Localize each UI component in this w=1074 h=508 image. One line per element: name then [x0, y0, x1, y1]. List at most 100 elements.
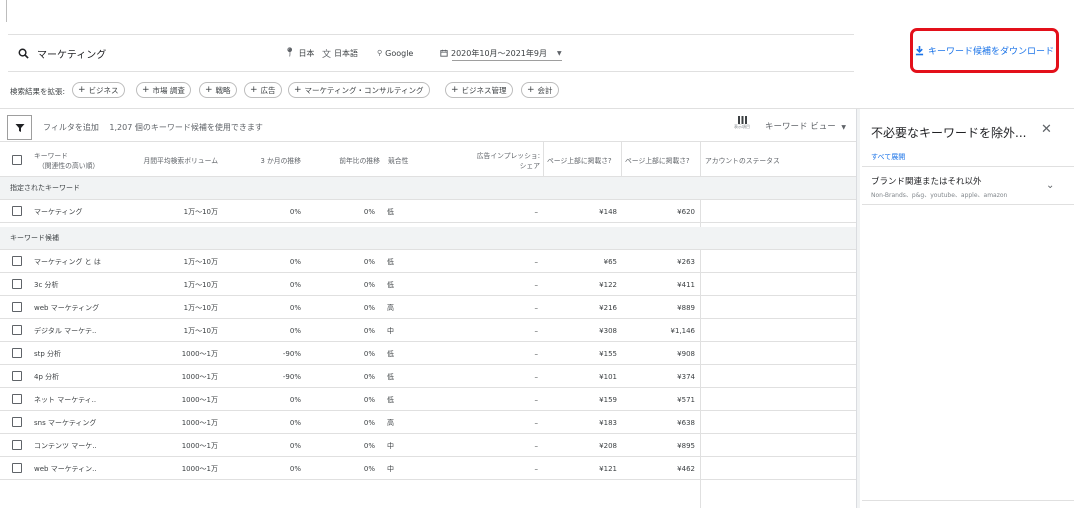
search-box[interactable]: マーケティング — [18, 44, 268, 62]
panel-resize-handle[interactable] — [856, 109, 860, 508]
expand-chip-ads[interactable]: + 広告 — [244, 82, 282, 98]
expand-chip-accounting[interactable]: + 会計 — [521, 82, 559, 98]
yoy-cell: 0% — [363, 280, 375, 289]
plus-icon: + — [205, 85, 213, 95]
close-icon[interactable]: ✕ — [1041, 122, 1052, 137]
keyword-cell: 3c 分析 — [34, 280, 59, 289]
expand-chip-business-management[interactable]: + ビジネス管理 — [445, 82, 513, 98]
volume-cell: 1000～1万 — [181, 464, 218, 473]
table-row[interactable]: 4p 分析 1000～1万 -90% 0% 低 – ¥101 ¥374 — [0, 365, 856, 388]
expand-chip-business[interactable]: + ビジネス — [72, 82, 125, 98]
section-keyword-ideas: キーワード候補 — [0, 227, 856, 250]
row-checkbox[interactable] — [12, 463, 22, 473]
volume-cell: 1000～1万 — [181, 372, 218, 381]
chip-label: 戦略 — [215, 85, 231, 95]
expand-chip-marketing-consulting[interactable]: + マーケティング・コンサルティング — [288, 82, 430, 98]
search-input[interactable]: マーケティング — [37, 46, 106, 61]
chevron-down-icon[interactable]: ⌄ — [1046, 180, 1054, 191]
row-checkbox[interactable] — [12, 256, 22, 266]
filter-bar[interactable]: フィルタを追加 1,207 個のキーワード候補を使用できます — [43, 122, 263, 133]
row-checkbox[interactable] — [12, 440, 22, 450]
col-three-month[interactable]: 3 か月の推移 — [225, 142, 301, 178]
row-checkbox[interactable] — [12, 325, 22, 335]
plus-icon: + — [250, 85, 258, 95]
col-top-bid-high[interactable]: ページ上部に掲載さ? — [625, 142, 698, 178]
row-checkbox[interactable] — [12, 371, 22, 381]
plus-icon: + — [78, 85, 86, 95]
col-competition[interactable]: 競合性 — [388, 142, 428, 178]
network-selector[interactable]: ⚲ Google — [377, 44, 413, 62]
columns-button[interactable]: 表示項目 — [730, 116, 754, 130]
three-month-cell: -90% — [282, 372, 301, 381]
volume-cell: 1万～10万 — [183, 303, 218, 312]
col-competition-label: 競合性 — [388, 157, 409, 165]
top-bid-low-cell: ¥208 — [599, 441, 617, 450]
chip-label: ビジネス管理 — [461, 85, 507, 95]
table-row[interactable]: マーケティング と は 1万～10万 0% 0% 低 – ¥65 ¥263 — [0, 250, 856, 273]
col-keyword-sublabel: （関連性の高い順） — [38, 162, 100, 170]
row-checkbox[interactable] — [12, 417, 22, 427]
keyword-view-dropdown[interactable]: キーワード ビュー ▼ — [765, 120, 846, 132]
table-row[interactable]: コンテンツ マーケ.. 1000～1万 0% 0% 中 – ¥208 ¥895 — [0, 434, 856, 457]
table-row[interactable]: stp 分析 1000～1万 -90% 0% 低 – ¥155 ¥908 — [0, 342, 856, 365]
competition-cell: 低 — [387, 280, 394, 289]
column-divider — [543, 141, 544, 177]
expand-chip-strategy[interactable]: + 戦略 — [199, 82, 237, 98]
three-month-cell: 0% — [289, 257, 301, 266]
location-selector[interactable]: 📍︎ 日本 — [284, 44, 314, 62]
keyword-cell: マーケティング — [34, 207, 83, 216]
expand-results-label: 検索結果を拡張: — [10, 87, 66, 96]
table-row[interactable]: 3c 分析 1万～10万 0% 0% 低 – ¥122 ¥411 — [0, 273, 856, 296]
row-checkbox[interactable] — [12, 348, 22, 358]
row-checkbox[interactable] — [12, 279, 22, 289]
top-bid-high-cell: ¥374 — [677, 372, 695, 381]
yoy-cell: 0% — [363, 326, 375, 335]
language-label: 日本語 — [334, 48, 359, 58]
table-row[interactable]: マーケティング 1万～10万 0% 0% 低 – ¥148 ¥620 — [0, 200, 856, 223]
brand-filter-title[interactable]: ブランド関連またはそれ以外 — [871, 175, 982, 187]
col-volume[interactable]: 月間平均検索ボリューム — [120, 142, 218, 178]
yoy-cell: 0% — [363, 372, 375, 381]
yoy-cell: 0% — [363, 464, 375, 473]
window-edge — [6, 0, 7, 22]
section-specified-keywords: 指定されたキーワード — [0, 177, 856, 200]
yoy-cell: 0% — [363, 395, 375, 404]
three-month-cell: 0% — [289, 326, 301, 335]
competition-cell: 中 — [387, 464, 394, 473]
volume-cell: 1万～10万 — [183, 207, 218, 216]
download-keywords-button[interactable]: キーワード候補をダウンロード — [910, 28, 1059, 73]
keyword-cell: 4p 分析 — [34, 372, 60, 381]
plus-icon: + — [142, 85, 150, 95]
top-bid-high-cell: ¥462 — [677, 464, 695, 473]
col-top-bid-low[interactable]: ページ上部に掲載さ? — [547, 142, 620, 178]
date-underline — [452, 60, 562, 61]
row-checkbox[interactable] — [12, 206, 22, 216]
language-selector[interactable]: 文 日本語 — [322, 44, 358, 62]
chip-label: マーケティング・コンサルティング — [304, 85, 424, 95]
yoy-cell: 0% — [363, 303, 375, 312]
col-yoy[interactable]: 前年比の推移 — [305, 142, 380, 178]
table-row[interactable]: web マーケティング 1万～10万 0% 0% 高 – ¥216 ¥889 — [0, 296, 856, 319]
expand-all-link[interactable]: すべて展開 — [871, 152, 905, 162]
impression-share-cell: – — [534, 280, 539, 289]
table-row[interactable]: デジタル マーケテ.. 1万～10万 0% 0% 中 – ¥308 ¥1,146 — [0, 319, 856, 342]
expand-chip-market-research[interactable]: + 市場 調査 — [136, 82, 191, 98]
filter-button[interactable] — [7, 115, 32, 140]
brand-filter-subtitle: Non-Brands、p&g、youtube、apple、amazon — [871, 192, 1008, 199]
col-impression-share[interactable]: 広告インプレッショ: シェア — [470, 142, 540, 178]
yoy-cell: 0% — [363, 257, 375, 266]
col-keyword[interactable]: キーワード （関連性の高い順） — [34, 142, 114, 178]
volume-cell: 1000～1万 — [181, 418, 218, 427]
select-all-checkbox[interactable] — [12, 155, 22, 165]
table-row[interactable]: web マーケティン.. 1000～1万 0% 0% 中 – ¥121 ¥462 — [0, 457, 856, 480]
column-divider — [621, 141, 622, 177]
three-month-cell: 0% — [289, 280, 301, 289]
panel-title: 不必要なキーワードを除外... — [871, 126, 1027, 140]
table-row[interactable]: ネット マーケティ.. 1000～1万 0% 0% 低 – ¥159 ¥571 — [0, 388, 856, 411]
row-checkbox[interactable] — [12, 394, 22, 404]
table-header: キーワード （関連性の高い順） 月間平均検索ボリューム 3 か月の推移 前年比の… — [0, 141, 856, 177]
col-account-status[interactable]: アカウントのステータス — [705, 142, 805, 178]
add-filter-label[interactable]: フィルタを追加 — [43, 123, 99, 132]
row-checkbox[interactable] — [12, 302, 22, 312]
table-row[interactable]: sns マーケティング 1000～1万 0% 0% 高 – ¥183 ¥638 — [0, 411, 856, 434]
